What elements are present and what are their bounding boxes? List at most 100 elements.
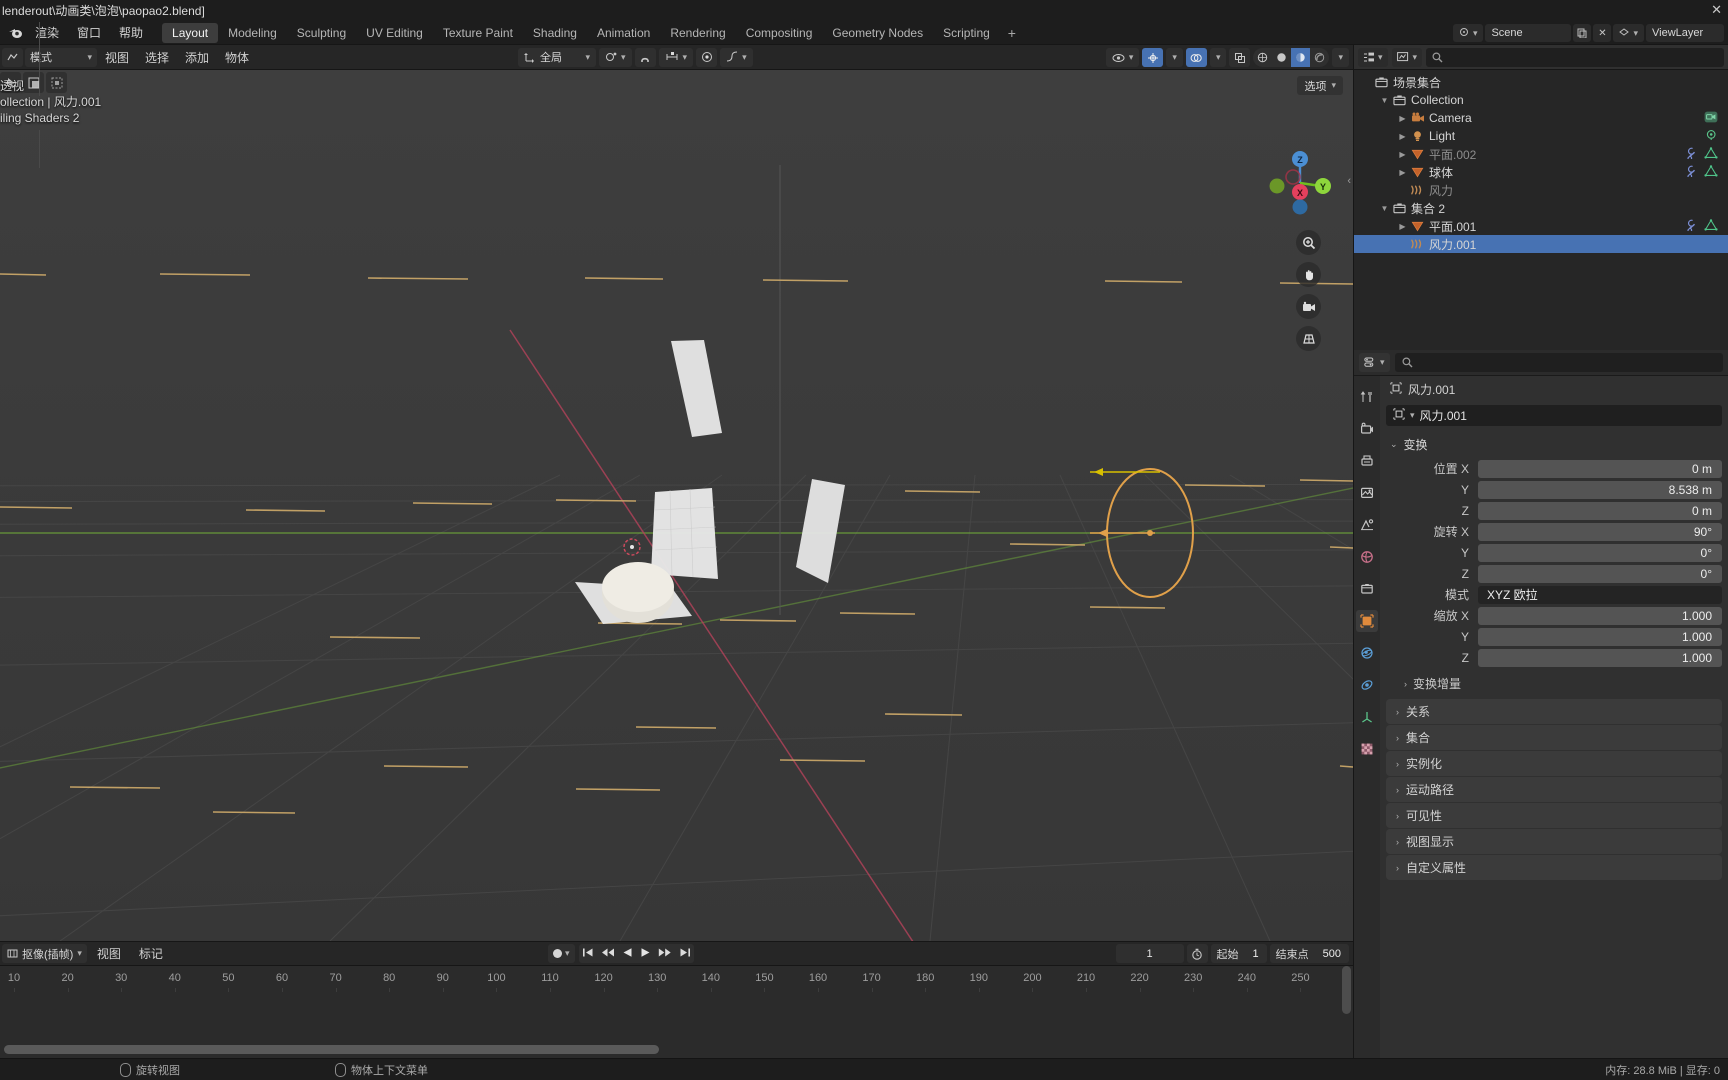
scrollbar-thumb[interactable] — [1342, 966, 1351, 1014]
timeline-ruler[interactable]: 10 20 30 40 50 60 70 80 90 100 110 120 130 140 150 160 1… — [0, 966, 1353, 992]
modifier-icon[interactable] — [1683, 219, 1697, 234]
tab-modeling[interactable]: Modeling — [218, 23, 287, 43]
scrollbar-thumb[interactable] — [4, 1045, 659, 1054]
proportional-edit-icon[interactable] — [696, 47, 718, 67]
outliner-row[interactable]: ▶ 平面.001 — [1354, 217, 1728, 235]
prev-keyframe-icon[interactable] — [601, 947, 615, 961]
visibility-selector[interactable]: ▾ — [1105, 48, 1140, 67]
collapsed-panel[interactable]: › 关系 — [1386, 699, 1722, 724]
outliner-row[interactable]: ▶ Camera — [1354, 109, 1728, 127]
tab-constraint-icon[interactable] — [1356, 674, 1378, 696]
navigation-gizmo[interactable]: Z Y X — [1267, 150, 1333, 216]
collapsed-panel[interactable]: › 运动路径 — [1386, 777, 1722, 802]
menu-window[interactable]: 窗口 — [68, 22, 110, 43]
mesh-data-icon[interactable] — [1704, 218, 1718, 234]
collapsed-panel[interactable]: › 可见性 — [1386, 803, 1722, 828]
blender-logo-icon[interactable] — [4, 25, 26, 41]
mesh-data-icon[interactable] — [1704, 146, 1718, 162]
proportional-falloff-selector[interactable]: ▾ — [720, 47, 753, 67]
transform-orientation-selector[interactable]: 全局 ▾ — [518, 47, 596, 67]
menu-add[interactable]: 添加 — [177, 47, 217, 68]
outliner-row[interactable]: ▶ 球体 — [1354, 163, 1728, 181]
menu-help[interactable]: 帮助 — [110, 22, 152, 43]
shading-options-selector[interactable]: ▾ — [1332, 48, 1349, 67]
tab-texture-paint[interactable]: Texture Paint — [433, 23, 523, 43]
toggle-perspective-icon[interactable] — [1296, 326, 1321, 351]
camera-view-icon[interactable] — [1296, 294, 1321, 319]
magnet-icon[interactable] — [634, 47, 656, 67]
property-value-field[interactable]: 90° — [1478, 522, 1722, 541]
next-keyframe-icon[interactable] — [658, 947, 672, 961]
property-value-field[interactable]: 1.000 — [1478, 606, 1722, 625]
shading-solid-icon[interactable] — [1272, 48, 1291, 67]
outliner-row[interactable]: ▶ Light — [1354, 127, 1728, 145]
mesh-data-icon[interactable] — [1704, 164, 1718, 180]
snap-increment-selector[interactable]: ▾ — [658, 47, 694, 67]
modifier-icon[interactable] — [1683, 165, 1697, 180]
tab-animation[interactable]: Animation — [587, 23, 660, 43]
show-gizmo-icon[interactable] — [1142, 48, 1164, 67]
tab-output-icon[interactable] — [1356, 450, 1378, 472]
jump-end-icon[interactable] — [679, 947, 691, 961]
light-data-icon[interactable] — [1705, 129, 1718, 144]
sidebar-toggle-icon[interactable]: ‹ — [1347, 175, 1351, 187]
property-value-field[interactable]: 0 m — [1478, 459, 1722, 478]
property-value-field[interactable]: 0 m — [1478, 501, 1722, 520]
zoom-icon[interactable] — [1296, 230, 1321, 255]
collapsed-panel[interactable]: › 集合 — [1386, 725, 1722, 750]
viewport-options-button[interactable]: 选项 ▾ — [1297, 76, 1343, 95]
snap-to-selector[interactable]: ▾ — [599, 47, 632, 67]
disclosure-triangle-icon[interactable]: ▼ — [1378, 96, 1391, 105]
properties-editor-type[interactable]: ▾ — [1359, 353, 1390, 372]
timeline-menu-view[interactable]: 视图 — [89, 943, 129, 964]
transform-section-header[interactable]: ⌄ 变换 — [1380, 434, 1728, 459]
property-value-field[interactable]: 0° — [1478, 564, 1722, 583]
tab-compositing[interactable]: Compositing — [736, 23, 823, 43]
property-value-field[interactable]: 8.538 m — [1478, 480, 1722, 499]
play-icon[interactable] — [640, 947, 651, 961]
property-value-field[interactable]: XYZ 欧拉 — [1478, 585, 1722, 604]
tab-sculpting[interactable]: Sculpting — [287, 23, 356, 43]
timeline-body[interactable]: 10 20 30 40 50 60 70 80 90 100 110 120 130 140 150 160 1… — [0, 966, 1353, 1058]
show-overlays-icon[interactable] — [1185, 48, 1207, 67]
menu-view[interactable]: 视图 — [97, 47, 137, 68]
timeline-vertical-scrollbar[interactable] — [1342, 966, 1351, 1026]
auto-keying-toggle[interactable]: ▾ — [548, 944, 575, 963]
interaction-mode-selector[interactable]: 模式 ▾ — [25, 47, 97, 67]
scene-name-field[interactable]: Scene — [1485, 24, 1572, 42]
outliner-row[interactable]: 场景集合 — [1354, 73, 1728, 91]
stopwatch-icon[interactable] — [1186, 944, 1208, 963]
pan-hand-icon[interactable] — [1296, 262, 1321, 287]
tab-collection-icon[interactable] — [1356, 578, 1378, 600]
tab-geometry-nodes[interactable]: Geometry Nodes — [822, 23, 933, 43]
timeline-horizontal-scrollbar[interactable] — [0, 1045, 1353, 1054]
viewlayer-selector[interactable]: ▾ — [1613, 24, 1644, 42]
disclosure-triangle-icon[interactable]: ▶ — [1396, 114, 1409, 123]
timeline-editor-type[interactable]: 抠像(插帧) ▾ — [2, 944, 87, 963]
tab-scene-icon[interactable] — [1356, 514, 1378, 536]
current-frame-field[interactable]: 1 — [1115, 944, 1184, 963]
viewlayer-name-field[interactable]: ViewLayer — [1646, 24, 1724, 42]
unlink-scene-button[interactable]: ✕ — [1593, 24, 1612, 42]
3d-viewport[interactable]: 透视 ollection | 风力.001 iling Shaders 2 选项… — [0, 70, 1353, 941]
new-scene-button[interactable] — [1573, 24, 1592, 42]
add-workspace-button[interactable]: + — [1000, 23, 1024, 43]
menu-object[interactable]: 物体 — [217, 47, 257, 68]
scene-selector[interactable]: ▾ — [1452, 24, 1484, 42]
shading-wireframe-icon[interactable] — [1253, 48, 1272, 67]
shading-rendered-icon[interactable] — [1310, 48, 1329, 67]
menu-select[interactable]: 选择 — [137, 47, 177, 68]
tab-scripting[interactable]: Scripting — [933, 23, 1000, 43]
disclosure-triangle-icon[interactable]: ▶ — [1396, 222, 1409, 231]
property-value-field[interactable]: 0° — [1478, 543, 1722, 562]
properties-search-input[interactable] — [1394, 353, 1723, 372]
collapsed-panel[interactable]: › 实例化 — [1386, 751, 1722, 776]
disclosure-triangle-icon[interactable]: ▶ — [1396, 168, 1409, 177]
collapsed-panel[interactable]: › 自定义属性 — [1386, 855, 1722, 880]
tab-rendering[interactable]: Rendering — [660, 23, 735, 43]
tab-physics-icon[interactable] — [1356, 642, 1378, 664]
end-frame-field[interactable]: 结束点 500 — [1269, 944, 1349, 963]
outliner-row[interactable]: ▶ 平面.002 — [1354, 145, 1728, 163]
tab-uv-editing[interactable]: UV Editing — [356, 23, 433, 43]
tab-object-icon[interactable] — [1356, 610, 1378, 632]
